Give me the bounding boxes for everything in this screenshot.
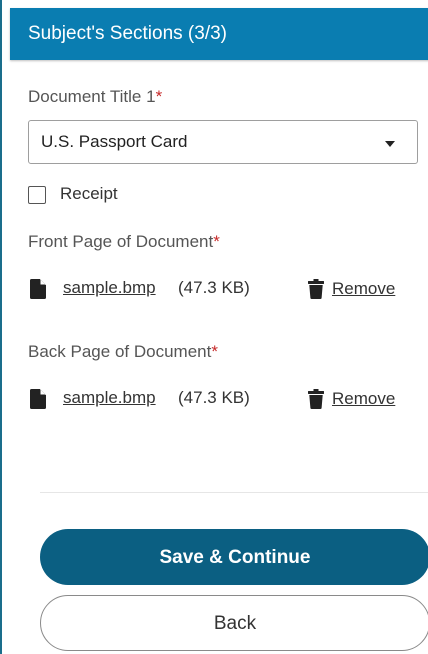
section-title: Subject's Sections (3/3): [28, 23, 227, 44]
back-button[interactable]: Back: [40, 595, 428, 651]
required-marker: *: [155, 87, 163, 106]
trash-icon[interactable]: [308, 279, 324, 299]
back-page-file-link[interactable]: sample.bmp: [63, 388, 156, 408]
divider: [40, 492, 428, 493]
front-page-file-link[interactable]: sample.bmp: [63, 278, 156, 298]
chevron-down-icon: [385, 141, 395, 147]
document-title-label-text: Document Title 1: [28, 87, 156, 106]
document-title-select[interactable]: U.S. Passport Card: [28, 120, 418, 164]
receipt-label[interactable]: Receipt: [60, 184, 118, 204]
front-page-file-size: (47.3 KB): [178, 278, 250, 297]
document-title-selected-value: U.S. Passport Card: [41, 132, 188, 151]
file-icon: [30, 279, 46, 299]
document-title-label: Document Title 1*: [28, 87, 162, 107]
required-marker: *: [213, 232, 220, 251]
file-icon: [30, 389, 46, 409]
save-continue-button[interactable]: Save & Continue: [40, 529, 428, 585]
back-page-label: Back Page of Document*: [28, 342, 218, 362]
front-page-label-text: Front Page of Document: [28, 232, 214, 251]
section-header: Subject's Sections (3/3): [10, 8, 428, 60]
section-panel: Subject's Sections (3/3) Document Title …: [0, 0, 428, 654]
front-page-label: Front Page of Document*: [28, 232, 220, 252]
back-page-remove-link[interactable]: Remove: [332, 389, 395, 409]
required-marker: *: [211, 342, 218, 361]
trash-icon[interactable]: [308, 389, 324, 409]
receipt-checkbox[interactable]: [28, 186, 46, 204]
back-page-file-size: (47.3 KB): [178, 388, 250, 407]
back-page-label-text: Back Page of Document: [28, 342, 212, 361]
front-page-remove-link[interactable]: Remove: [332, 279, 395, 299]
